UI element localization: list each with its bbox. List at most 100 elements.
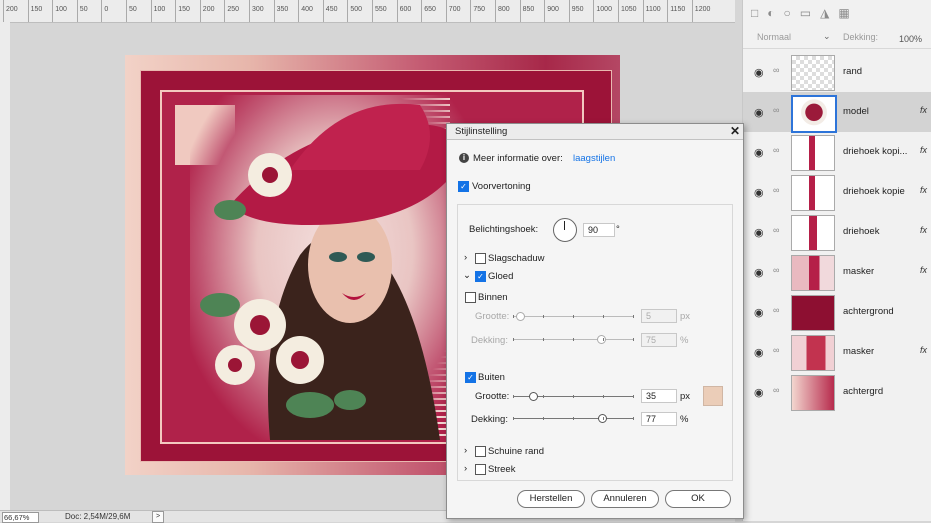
layer-row[interactable]: ◉ ∞ driehoek kopie fx [743, 172, 931, 212]
chevron-right-icon[interactable]: › [464, 463, 467, 474]
layer-row[interactable]: ◉ ∞ rand [743, 52, 931, 92]
fx-icon[interactable]: fx [920, 265, 927, 275]
layer-row[interactable]: ◉ ∞ achtergrd [743, 372, 931, 412]
inner-size-knob[interactable] [516, 312, 525, 321]
eye-icon[interactable]: ◉ [754, 146, 766, 159]
layer-row[interactable]: ◉ ∞ achtergrond [743, 292, 931, 332]
eye-icon[interactable]: ◉ [754, 306, 766, 319]
inner-glow-checkbox[interactable] [465, 292, 476, 303]
layer-thumbnail[interactable] [791, 375, 835, 411]
layers-panel: □ ◐ ○ ▭ ◮ ▦ Normaal ⌄ Dekking: 100% ◉ ∞ ra… [742, 0, 931, 521]
layer-name[interactable]: driehoek [843, 226, 879, 237]
eye-icon[interactable]: ◉ [754, 346, 766, 359]
fx-icon[interactable]: fx [920, 145, 927, 155]
zoom-level-field[interactable]: 66,67% [2, 512, 39, 523]
eye-icon[interactable]: ◉ [754, 226, 766, 239]
layer-name[interactable]: achtergrd [843, 386, 883, 397]
smart-object-filter-icon[interactable]: ▦ [838, 6, 849, 20]
glow-checkbox[interactable]: ✓ [475, 271, 486, 282]
blend-options-row: Normaal ⌄ Dekking: 100% [743, 26, 931, 49]
ruler-tick-label: 600 [399, 6, 412, 13]
layer-thumbnail[interactable] [791, 335, 835, 371]
image-filter-icon[interactable]: □ [751, 6, 758, 20]
ok-button[interactable]: OK [665, 490, 731, 508]
text-filter-icon[interactable]: ○ [784, 6, 791, 20]
layer-row[interactable]: ◉ ∞ model fx [743, 92, 931, 133]
eye-icon[interactable]: ◉ [754, 66, 766, 79]
ruler-tick-line [249, 0, 250, 22]
outer-size-label: Grootte: [475, 391, 510, 402]
bevel-checkbox[interactable] [475, 446, 486, 457]
eye-icon[interactable]: ◉ [754, 186, 766, 199]
eye-icon[interactable]: ◉ [754, 106, 766, 119]
lock-filter-icon[interactable]: ◮ [820, 6, 829, 20]
reset-button[interactable]: Herstellen [517, 490, 585, 508]
layer-name[interactable]: rand [843, 66, 862, 77]
layer-name[interactable]: masker [843, 346, 874, 357]
layer-thumbnail[interactable] [791, 295, 835, 331]
opacity-value[interactable]: 100% [899, 34, 922, 44]
outer-opacity-input[interactable]: 77 [641, 412, 677, 426]
chevron-down-icon[interactable]: ⌄ [463, 270, 471, 281]
status-menu-arrow[interactable]: > [152, 511, 164, 523]
shape-filter-icon[interactable]: ▭ [800, 6, 811, 20]
layer-thumbnail[interactable] [791, 215, 835, 251]
layer-thumbnail[interactable] [791, 55, 835, 91]
glow-color-swatch[interactable] [703, 386, 723, 406]
layer-thumbnail[interactable] [791, 175, 835, 211]
link-icon[interactable]: ∞ [773, 185, 779, 195]
fx-icon[interactable]: fx [920, 345, 927, 355]
layer-name[interactable]: achtergrond [843, 306, 894, 317]
layer-thumbnail[interactable] [791, 95, 837, 133]
eye-icon[interactable]: ◉ [754, 266, 766, 279]
fx-icon[interactable]: fx [920, 185, 927, 195]
bevel-label: Schuine rand [488, 446, 544, 457]
layer-thumbnail[interactable] [791, 255, 835, 291]
layer-row[interactable]: ◉ ∞ driehoek kopi... fx [743, 132, 931, 172]
close-icon[interactable]: ✕ [727, 124, 743, 139]
slider-tick [573, 395, 574, 398]
dialog-title-bar[interactable]: Stijlinstelling ✕ [447, 124, 743, 140]
inner-glow-label: Binnen [478, 292, 508, 303]
link-icon[interactable]: ∞ [773, 345, 779, 355]
layer-row[interactable]: ◉ ∞ masker fx [743, 252, 931, 292]
link-icon[interactable]: ∞ [773, 305, 779, 315]
chevron-down-icon[interactable]: ⌄ [823, 31, 831, 42]
link-icon[interactable]: ∞ [773, 145, 779, 155]
inner-size-input[interactable]: 5 [641, 309, 677, 323]
lighting-angle-label: Belichtingshoek: [469, 224, 539, 235]
cancel-button[interactable]: Annuleren [591, 490, 659, 508]
blend-mode-select[interactable]: Normaal [757, 32, 791, 42]
layer-styles-link[interactable]: laagstijlen [573, 153, 615, 164]
layer-thumbnail[interactable] [791, 135, 835, 171]
chevron-right-icon[interactable]: › [464, 252, 467, 263]
outer-size-knob[interactable] [529, 392, 538, 401]
link-icon[interactable]: ∞ [773, 265, 779, 275]
lighting-angle-dial[interactable] [553, 218, 577, 242]
link-icon[interactable]: ∞ [773, 65, 779, 75]
adjustment-filter-icon[interactable]: ◐ [767, 6, 774, 20]
inner-opacity-knob[interactable] [597, 335, 606, 344]
layer-row[interactable]: ◉ ∞ driehoek fx [743, 212, 931, 252]
chevron-right-icon[interactable]: › [464, 445, 467, 456]
fx-icon[interactable]: fx [920, 225, 927, 235]
layer-name[interactable]: masker [843, 266, 874, 277]
outer-size-input[interactable]: 35 [641, 389, 677, 403]
link-icon[interactable]: ∞ [773, 225, 779, 235]
layer-name[interactable]: model [843, 106, 869, 117]
preview-checkbox[interactable]: ✓ [458, 181, 469, 192]
outer-glow-checkbox[interactable]: ✓ [465, 372, 476, 383]
layer-name[interactable]: driehoek kopi... [843, 146, 907, 157]
layer-name[interactable]: driehoek kopie [843, 186, 905, 197]
fx-icon[interactable]: fx [920, 105, 927, 115]
slider-tick [513, 338, 514, 341]
link-icon[interactable]: ∞ [773, 385, 779, 395]
link-icon[interactable]: ∞ [773, 105, 779, 115]
lighting-angle-input[interactable]: 90 [583, 223, 615, 237]
ruler-tick-label: 450 [325, 6, 338, 13]
stroke-checkbox[interactable] [475, 464, 486, 475]
inner-opacity-input[interactable]: 75 [641, 333, 677, 347]
layer-row[interactable]: ◉ ∞ masker fx [743, 332, 931, 372]
drop-shadow-checkbox[interactable] [475, 253, 486, 264]
eye-icon[interactable]: ◉ [754, 386, 766, 399]
